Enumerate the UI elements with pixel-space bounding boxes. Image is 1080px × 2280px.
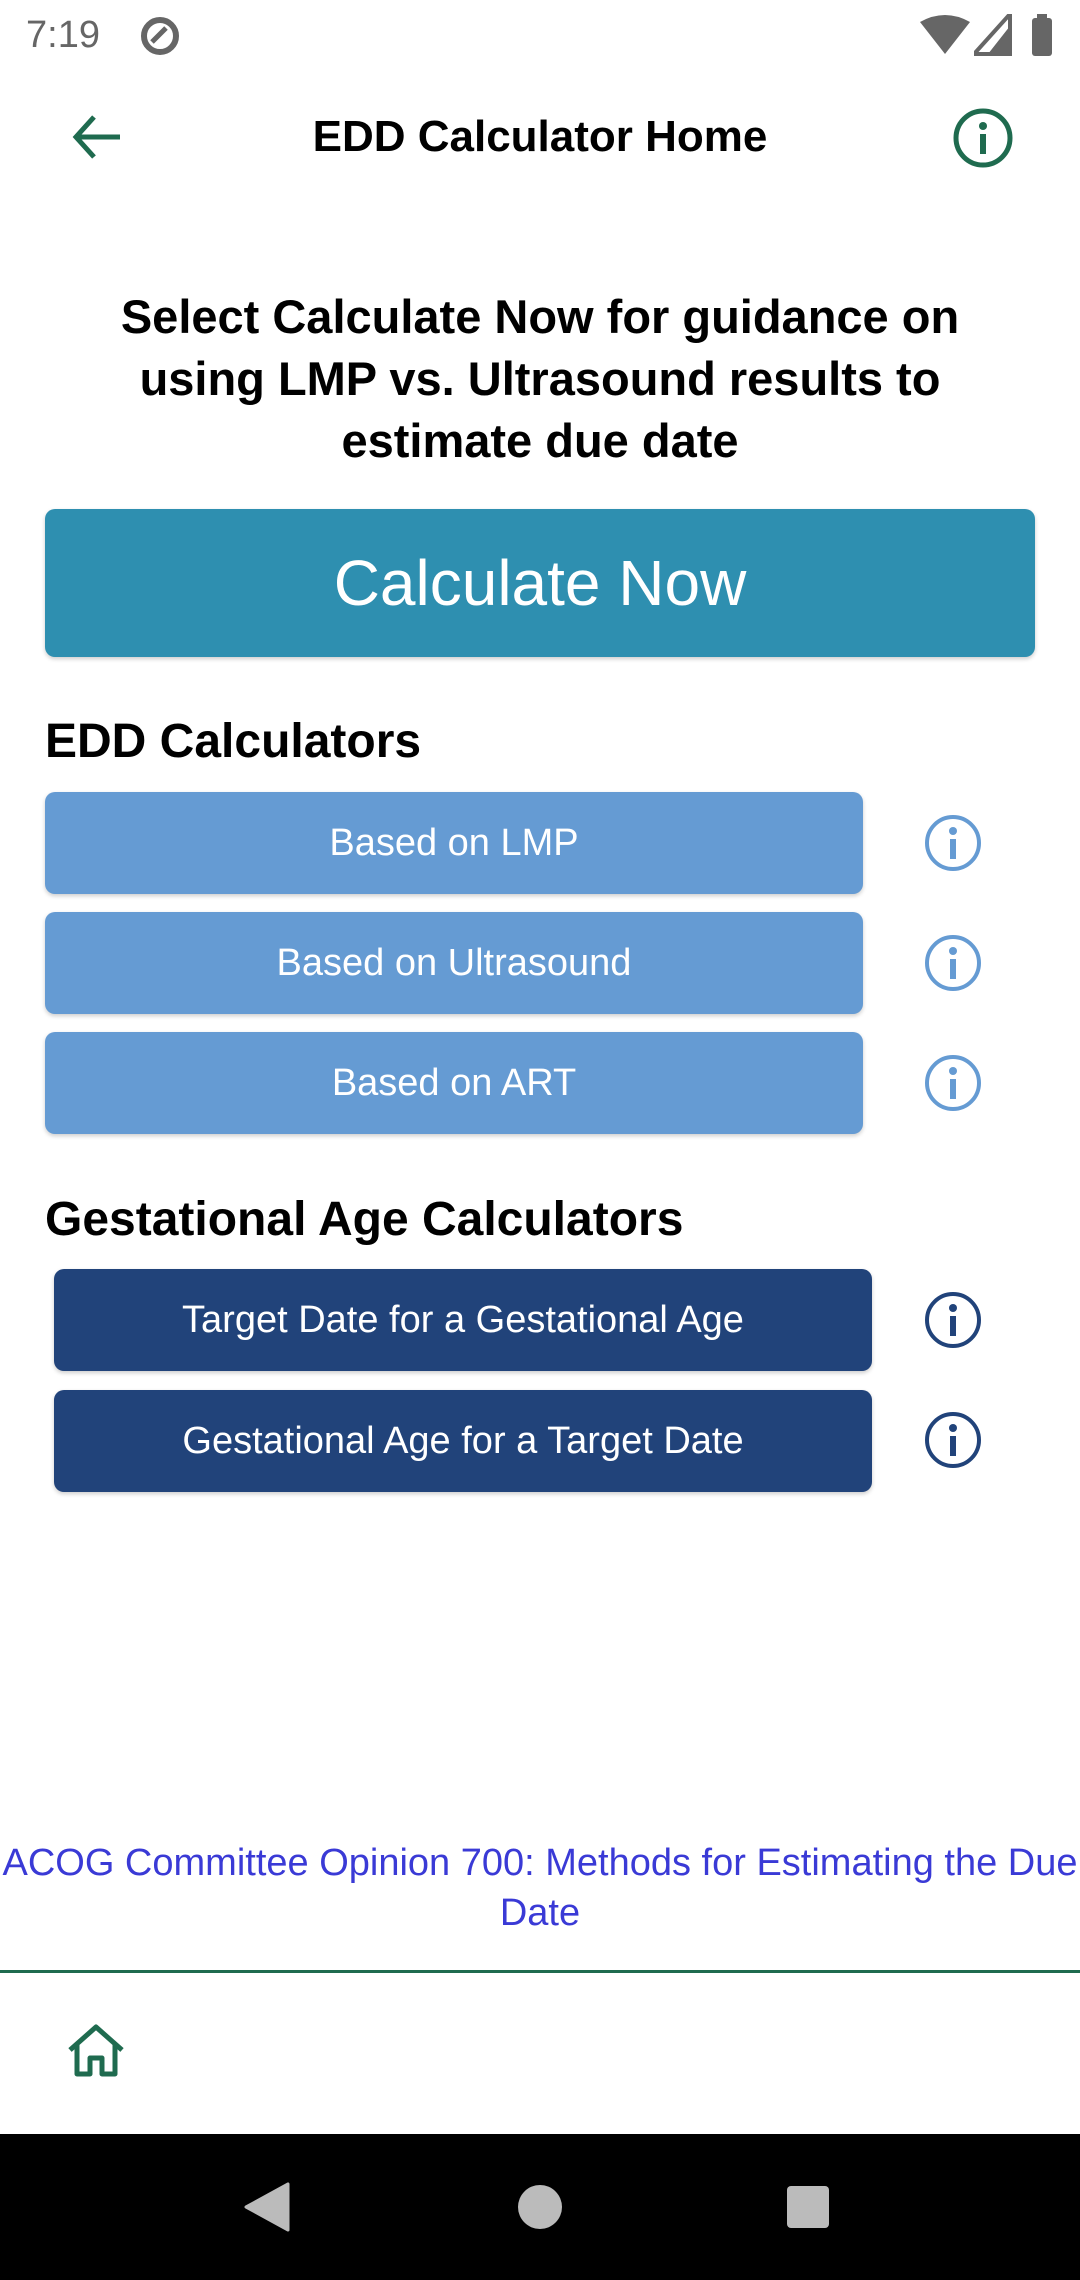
gestational-age-calculators-heading: Gestational Age Calculators bbox=[45, 1193, 684, 1246]
battery-icon bbox=[1032, 14, 1052, 56]
based-on-art-button[interactable]: Based on ART bbox=[45, 1032, 863, 1134]
signal-icon bbox=[974, 14, 1012, 56]
lmp-info-icon[interactable] bbox=[923, 813, 983, 873]
art-info-icon[interactable] bbox=[923, 1053, 983, 1113]
gestational-age-button[interactable]: Gestational Age for a Target Date bbox=[54, 1390, 872, 1492]
intro-text: Select Calculate Now for guidance on usi… bbox=[120, 290, 960, 467]
status-time: 7:19 bbox=[26, 14, 100, 56]
app-notification-icon bbox=[141, 17, 179, 55]
info-icon[interactable] bbox=[952, 107, 1014, 169]
nav-home-icon[interactable] bbox=[517, 2184, 563, 2230]
ultrasound-info-icon[interactable] bbox=[923, 933, 983, 993]
calculate-now-button[interactable]: Calculate Now bbox=[45, 509, 1035, 657]
wifi-icon bbox=[920, 15, 970, 54]
nav-back-icon[interactable] bbox=[244, 2182, 290, 2232]
acog-link[interactable]: ACOG Committee Opinion 700: Methods for … bbox=[0, 1838, 1080, 1938]
gestational-age-info-icon[interactable] bbox=[923, 1410, 983, 1470]
edd-calculators-heading: EDD Calculators bbox=[45, 715, 422, 768]
based-on-ultrasound-button[interactable]: Based on Ultrasound bbox=[45, 912, 863, 1014]
based-on-lmp-button[interactable]: Based on LMP bbox=[45, 792, 863, 894]
nav-recents-icon[interactable] bbox=[786, 2185, 830, 2229]
bottom-divider bbox=[0, 1970, 1080, 1973]
home-icon[interactable] bbox=[66, 2022, 126, 2078]
page-title: EDD Calculator Home bbox=[312, 112, 768, 161]
target-date-button[interactable]: Target Date for a Gestational Age bbox=[54, 1269, 872, 1371]
target-date-info-icon[interactable] bbox=[923, 1290, 983, 1350]
